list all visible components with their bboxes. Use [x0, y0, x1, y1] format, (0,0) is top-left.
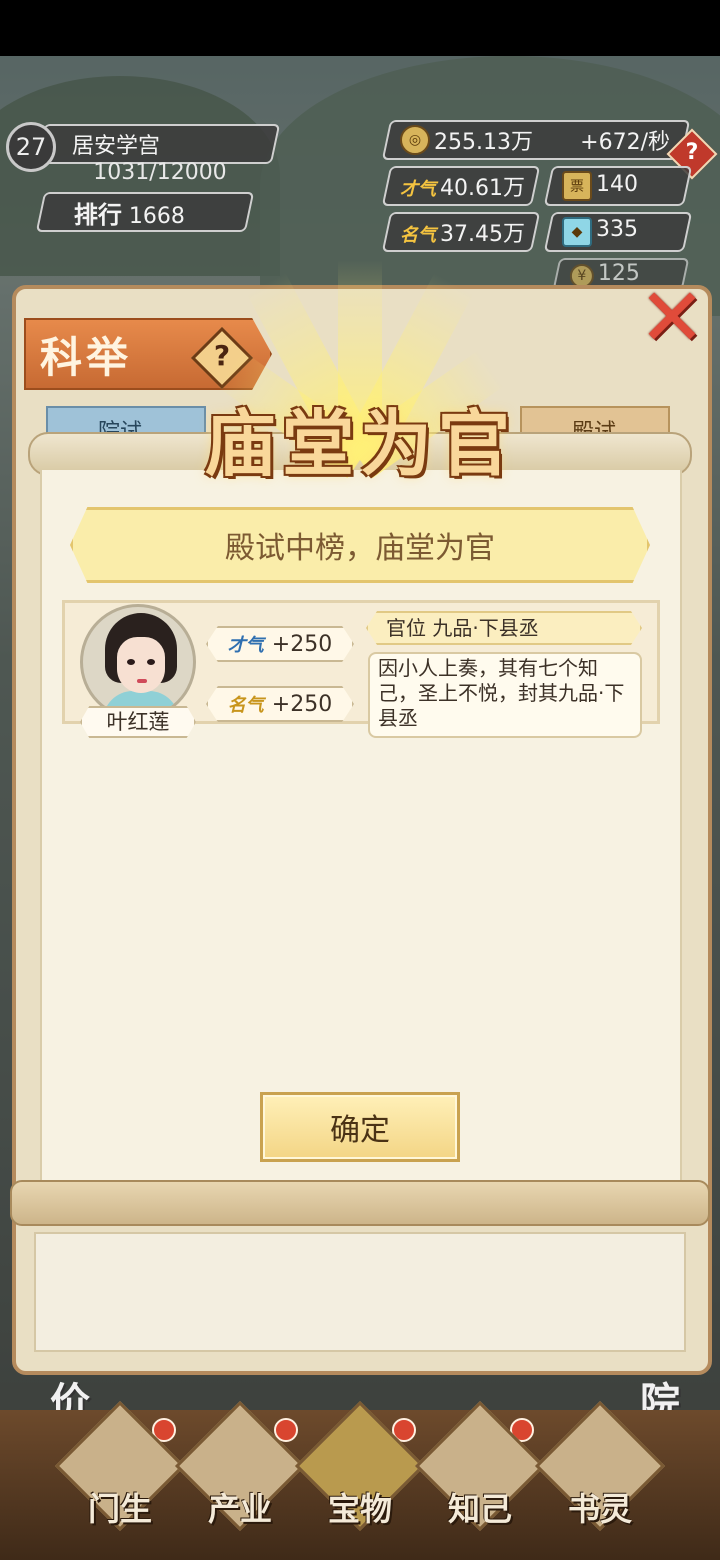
ticket-value: 140 [596, 172, 638, 197]
nav-book-spirit[interactable]: 书灵 [534, 1400, 666, 1540]
close-icon[interactable]: ✕ [632, 271, 712, 364]
nav-treasure[interactable]: 宝物 [294, 1400, 426, 1540]
gem-counter[interactable]: ◆ 335 [543, 212, 693, 252]
confirm-label: 确定 [330, 1113, 390, 1148]
nav-students-label: 门生 [87, 1490, 152, 1528]
fame-gain-label: 名气 [227, 695, 264, 716]
coin-rate: +672/秒 [580, 130, 670, 155]
fame-gain-value: +250 [271, 691, 333, 717]
nav-treasure-label: 宝物 [327, 1490, 392, 1528]
rank-value: 1668 [129, 203, 185, 229]
exp-progress-text: 1031/12000 [93, 160, 227, 185]
status-bar [0, 0, 720, 56]
ticket-icon: 票 [562, 171, 592, 201]
official-rank: 官位 九品·下县丞 [366, 611, 642, 645]
academy-name: 居安学宫 [72, 134, 161, 159]
scroll-bottom-rod [10, 1180, 710, 1226]
talent-gain-value: +250 [271, 631, 333, 657]
nav-industry[interactable]: 产业 [174, 1400, 306, 1540]
coin-icon: ◎ [400, 125, 430, 155]
help-symbol: ? [685, 139, 699, 165]
lower-paper [34, 1232, 686, 1352]
rank-label: 排行 [74, 200, 122, 229]
talent-counter[interactable]: 才气 40.61万 [381, 166, 541, 206]
academy-name-plate[interactable]: 居安学宫 [35, 124, 281, 164]
coin-counter[interactable]: ◎ 255.13万 +672/秒 [381, 120, 691, 160]
talent-label: 才气 [400, 179, 436, 200]
result-subtitle: 殿试中榜，庙堂为官 [70, 507, 650, 583]
gem-icon: ◆ [562, 217, 592, 247]
confirm-button[interactable]: 确定 [260, 1092, 460, 1162]
level-badge: 27 [6, 122, 56, 172]
talent-gain: 才气 +250 [206, 626, 354, 662]
rank-button[interactable]: 排行 1668 [35, 192, 255, 232]
coin-value: 255.13万 [434, 130, 533, 155]
gold-ingot-icon: ¥ [570, 263, 594, 288]
nav-book-spirit-label: 书灵 [567, 1490, 632, 1528]
ticket-counter[interactable]: 票 140 [543, 166, 693, 206]
nav-confidant[interactable]: 知己 [414, 1400, 546, 1540]
nav-students[interactable]: 门生 [54, 1400, 186, 1540]
section-title: 科举 [40, 333, 133, 382]
fame-gain: 名气 +250 [206, 686, 354, 722]
student-name: 叶红莲 [80, 706, 196, 738]
nav-industry-label: 产业 [207, 1490, 272, 1528]
nav-confidant-label: 知己 [447, 1490, 512, 1528]
rank-description: 因小人上奏，其有七个知己，圣上不悦，封其九品·下县丞 [368, 652, 642, 738]
avatar[interactable] [80, 604, 196, 720]
talent-value: 40.61万 [440, 176, 525, 201]
result-title: 庙堂为官 [203, 401, 516, 486]
talent-gain-label: 才气 [227, 635, 264, 656]
gem-value: 335 [596, 217, 638, 242]
